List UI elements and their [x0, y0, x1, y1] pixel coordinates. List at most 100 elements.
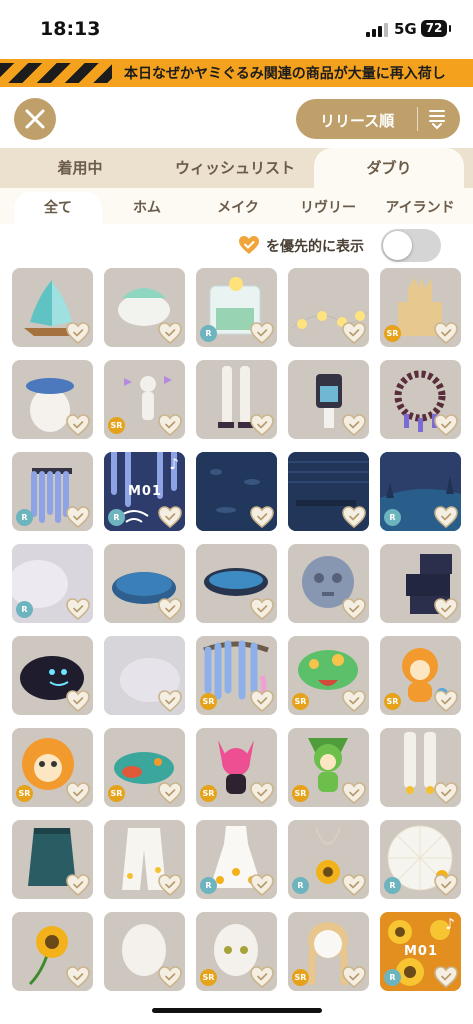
favorite-heart-icon[interactable]: [434, 506, 458, 528]
favorite-heart-icon[interactable]: [250, 690, 274, 712]
rarity-badge: R: [292, 877, 309, 894]
favorite-heart-icon[interactable]: [434, 782, 458, 804]
favorite-heart-icon[interactable]: [434, 690, 458, 712]
subtab-island[interactable]: アイランド: [372, 192, 468, 224]
favorite-heart-icon[interactable]: [66, 966, 90, 988]
item-teal-skirt[interactable]: [12, 820, 93, 899]
close-button[interactable]: [14, 98, 56, 140]
item-white-flower-pants[interactable]: [104, 820, 185, 899]
item-forest-lake-bg[interactable]: R: [380, 452, 461, 531]
favorite-heart-icon[interactable]: [158, 506, 182, 528]
priority-display-toggle[interactable]: [381, 229, 441, 262]
item-blue-pond[interactable]: [104, 544, 185, 623]
favorite-heart-icon[interactable]: [66, 506, 90, 528]
favorite-heart-icon[interactable]: [158, 414, 182, 436]
item-pond-bowl[interactable]: [196, 544, 277, 623]
item-sunflower-bag[interactable]: R: [288, 820, 369, 899]
item-night-pier-bg[interactable]: [288, 452, 369, 531]
favorite-heart-icon[interactable]: [158, 874, 182, 896]
favorite-heart-icon[interactable]: [250, 598, 274, 620]
item-stone-face[interactable]: [288, 544, 369, 623]
item-fog-cloud[interactable]: [104, 636, 185, 715]
item-blank-head[interactable]: [104, 912, 185, 991]
favorite-heart-icon[interactable]: [250, 506, 274, 528]
favorite-heart-icon[interactable]: [342, 966, 366, 988]
favorite-heart-icon[interactable]: [434, 598, 458, 620]
item-teal-fish-plush[interactable]: SR: [104, 728, 185, 807]
home-indicator: [152, 1008, 322, 1013]
favorite-heart-icon[interactable]: [66, 598, 90, 620]
favorite-heart-icon[interactable]: [250, 966, 274, 988]
item-string-lights[interactable]: [288, 268, 369, 347]
tab-wishlist[interactable]: ウィッシュリスト: [160, 148, 310, 188]
item-dark-vest[interactable]: [288, 360, 369, 439]
item-wisteria-hat[interactable]: R: [12, 452, 93, 531]
favorite-heart-icon[interactable]: [342, 874, 366, 896]
favorite-heart-icon[interactable]: [158, 322, 182, 344]
item-shadow-creature[interactable]: [12, 636, 93, 715]
item-face-eyes[interactable]: SR: [196, 912, 277, 991]
item-sailboat[interactable]: [12, 268, 93, 347]
item-pink-cat-doll[interactable]: SR: [196, 728, 277, 807]
item-white-socks-sandals[interactable]: [196, 360, 277, 439]
favorite-heart-icon[interactable]: [434, 966, 458, 988]
item-green-bird-doll[interactable]: SR: [288, 728, 369, 807]
item-white-sunflower-dress[interactable]: R: [196, 820, 277, 899]
favorite-heart-icon[interactable]: [342, 782, 366, 804]
item-sunflower[interactable]: [12, 912, 93, 991]
item-dark-boxes[interactable]: [380, 544, 461, 623]
sort-button[interactable]: リリース順: [296, 99, 460, 139]
favorite-heart-icon[interactable]: [342, 506, 366, 528]
item-night-water-bg[interactable]: [196, 452, 277, 531]
favorite-heart-icon[interactable]: [342, 598, 366, 620]
item-glass-cube[interactable]: R: [196, 268, 277, 347]
item-butterfly-spirit[interactable]: SR: [104, 360, 185, 439]
favorite-heart-icon[interactable]: [434, 322, 458, 344]
favorite-heart-icon[interactable]: [158, 598, 182, 620]
favorite-heart-icon[interactable]: [158, 690, 182, 712]
favorite-heart-icon[interactable]: [250, 874, 274, 896]
favorite-heart-icon[interactable]: [158, 782, 182, 804]
favorite-heart-icon[interactable]: [342, 690, 366, 712]
tab-duplicates[interactable]: ダブり: [314, 148, 464, 188]
favorite-heart-icon[interactable]: [434, 414, 458, 436]
subtab-livly[interactable]: リヴリー: [288, 192, 368, 224]
item-grid[interactable]: R SR SR R ♪ M01 R R R SR SR SR SR SR SR SR R R R SR SR ♪ M01 R: [0, 268, 473, 1003]
item-sandcastle[interactable]: SR: [380, 268, 461, 347]
music-note-icon: ♪: [169, 455, 179, 473]
item-bead-necklace[interactable]: [380, 360, 461, 439]
item-m01-sunflower-music[interactable]: ♪ M01 R: [380, 912, 461, 991]
favorite-heart-icon[interactable]: [66, 782, 90, 804]
item-sunflower-umbrella[interactable]: R: [380, 820, 461, 899]
warning-stripes: [0, 63, 112, 83]
favorite-heart-icon[interactable]: [250, 414, 274, 436]
item-mist[interactable]: R: [12, 544, 93, 623]
subtab-makeup[interactable]: メイク: [198, 192, 278, 224]
category-tabs: 全て ホム メイク リヴリー アイランド: [0, 188, 473, 224]
favorite-heart-icon[interactable]: [66, 414, 90, 436]
subtab-all[interactable]: 全て: [14, 192, 102, 224]
favorite-heart-icon[interactable]: [250, 782, 274, 804]
favorite-heart-icon[interactable]: [434, 874, 458, 896]
item-orange-bear-mask[interactable]: SR: [12, 728, 93, 807]
item-flower-socks[interactable]: [380, 728, 461, 807]
news-ticker-banner[interactable]: 本日なぜかヤミぐるみ関連の商品が大量に再入荷し: [0, 59, 473, 87]
item-shell[interactable]: [104, 268, 185, 347]
item-green-frog-mushroom[interactable]: SR: [288, 636, 369, 715]
favorite-heart-icon[interactable]: [158, 966, 182, 988]
music-code-label: M01: [404, 944, 439, 959]
favorite-heart-icon[interactable]: [250, 322, 274, 344]
favorite-heart-icon[interactable]: [342, 322, 366, 344]
item-wisteria-tree[interactable]: SR: [196, 636, 277, 715]
favorite-heart-icon[interactable]: [66, 690, 90, 712]
item-braided-hair[interactable]: SR: [288, 912, 369, 991]
item-orange-fox-doll[interactable]: SR: [380, 636, 461, 715]
favorite-heart-icon[interactable]: [66, 322, 90, 344]
tab-wearing[interactable]: 着用中: [20, 148, 140, 188]
item-m01-wisteria-music[interactable]: ♪ M01 R: [104, 452, 185, 531]
sort-divider: [417, 107, 418, 131]
favorite-heart-icon[interactable]: [66, 874, 90, 896]
subtab-home[interactable]: ホム: [110, 192, 184, 224]
favorite-heart-icon[interactable]: [342, 414, 366, 436]
item-blue-flower-hat[interactable]: [12, 360, 93, 439]
